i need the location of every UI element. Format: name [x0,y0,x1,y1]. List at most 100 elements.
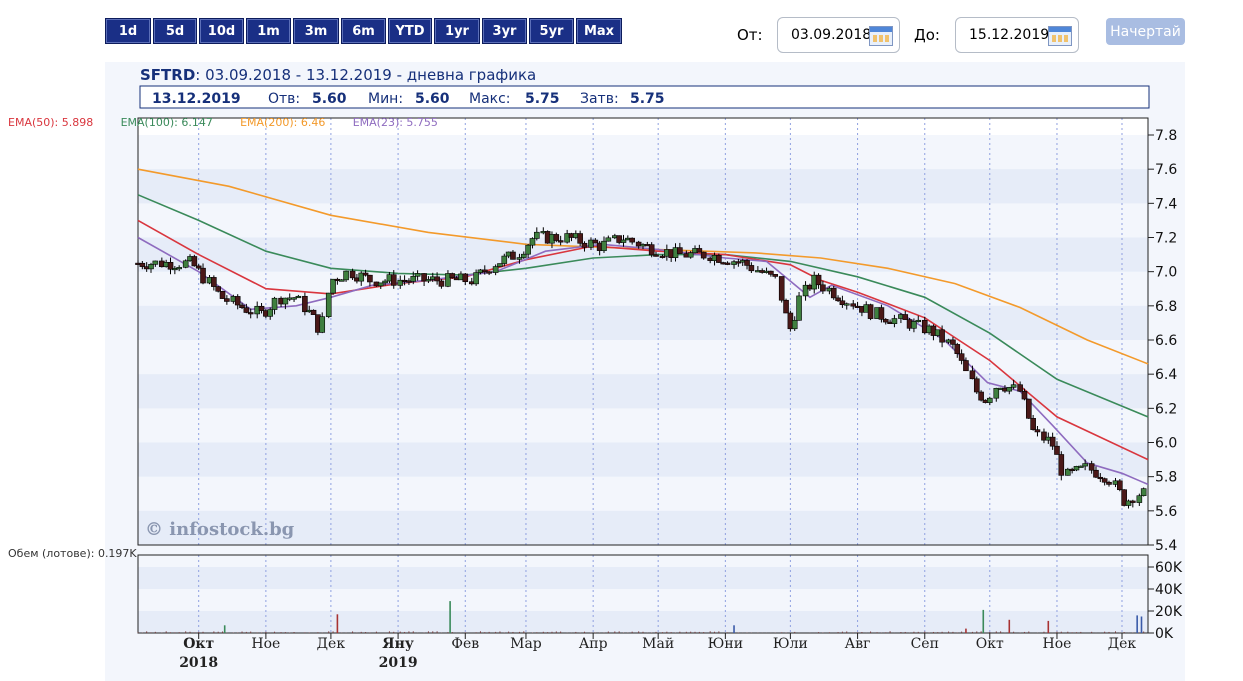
legend-entry: EMA(50): 5.898 [8,116,93,129]
open-value: 5.60 [312,91,347,107]
year-label: 2019 [379,655,418,671]
candle-body [176,267,182,270]
symbol-label: SFTRD [140,66,195,84]
price-chart: 7.8 7.6 7.4 7.2 7.0 6.8 6.6 6.4 6.2 6.0 5.8 5.6 5.4 6… [8,66,1183,671]
period-text: : 03.09.2018 - 13.12.2019 - дневна графи… [195,66,536,84]
price-band [138,237,1148,272]
candle-body [182,260,189,268]
candle-body [958,353,965,361]
candle-body [969,370,976,380]
time-tick-label: Апр [579,636,608,652]
price-tick-label: 6.8 [1155,299,1177,315]
time-tick-label: Сеп [911,636,939,652]
candle-body [653,254,659,257]
price-tick-label: 7.6 [1155,162,1177,178]
open-label: Отв: [268,91,300,107]
time-tick-label: Яну [382,636,414,652]
time-tick-label: Окт [183,636,214,652]
candle-body [915,319,922,323]
candle-body [195,265,202,269]
low-label: Мин: [368,91,403,107]
candle-body [152,260,159,265]
candle-body [319,316,326,333]
candle-body [1054,445,1060,455]
candle-body [414,273,421,277]
candle-body [1117,480,1123,491]
close-label: Затв: [580,91,619,107]
legend-entry: EMA(23): 5.755 [353,116,438,129]
price-tick-label: 6.4 [1155,367,1177,383]
candle-body [349,270,356,279]
candle-body [716,255,722,263]
candle-body [473,272,479,285]
candle-body [219,290,226,299]
candle-body [148,264,154,270]
time-tick-label: Ное [251,636,280,652]
volume-tick-label: 0K [1155,626,1174,642]
time-tick-label: Юни [708,636,743,652]
candle-body [271,297,278,310]
candle-body [267,309,274,317]
time-tick-label: Авг [845,636,871,652]
candle-body [139,262,146,267]
candle-body [1101,478,1108,483]
candle-body [1034,429,1041,433]
candle-body [1088,463,1095,471]
candle-body [1049,436,1056,447]
time-tick-label: Май [642,636,674,652]
chart-title: SFTRD: 03.09.2018 - 13.12.2019 - дневна … [140,66,536,84]
candle-body [243,307,250,313]
candle-body [1017,384,1023,392]
candle-body [557,240,564,243]
candle-body [891,318,898,325]
time-tick-label: Дек [1108,636,1137,652]
candle-body [1025,398,1032,419]
candle-body [310,309,317,315]
candle-body [601,240,607,251]
price-tick-label: 7.0 [1155,265,1177,281]
candle-body [377,282,384,287]
candle-body [525,244,531,255]
volume-tick-label: 20K [1155,604,1183,620]
candle-body [462,273,469,283]
high-value: 5.75 [525,91,560,107]
candle-body [520,253,527,258]
candle-body [911,321,917,329]
candle-body [1030,418,1036,430]
candle-body [449,273,456,279]
volume-band [138,611,1148,633]
low-value: 5.60 [415,91,450,107]
candle-body [700,251,707,259]
candle-body [200,267,206,284]
candle-body [783,299,789,314]
candle-body [950,339,956,345]
high-label: Макс: [469,91,511,107]
candle-body [963,360,969,372]
candle-body [620,239,627,243]
time-tick-label: Окт [976,636,1004,652]
price-tick-label: 5.4 [1155,538,1177,554]
candle-body [410,275,417,282]
candle-body [939,329,945,343]
candle-body [247,312,254,315]
candle-body [843,303,850,306]
candle-body [820,284,826,292]
candle-body [577,233,583,244]
time-tick-label: Мар [510,636,542,652]
candle-body [529,238,536,246]
candle-body [239,304,245,309]
candle-body [592,239,599,244]
candle-body [211,277,217,287]
candle-body [1082,463,1088,467]
volume-label: Обем (лотове): 0.197K [8,547,137,560]
candle-body [492,266,499,273]
close-value: 5.75 [630,91,665,107]
price-band [138,442,1148,477]
candle-body [343,270,349,281]
candle-body [234,296,241,306]
candle-body [224,298,230,302]
candle-body [696,248,703,253]
candle-body [1106,481,1112,485]
candle-body [215,286,221,292]
candle-body [778,276,785,301]
